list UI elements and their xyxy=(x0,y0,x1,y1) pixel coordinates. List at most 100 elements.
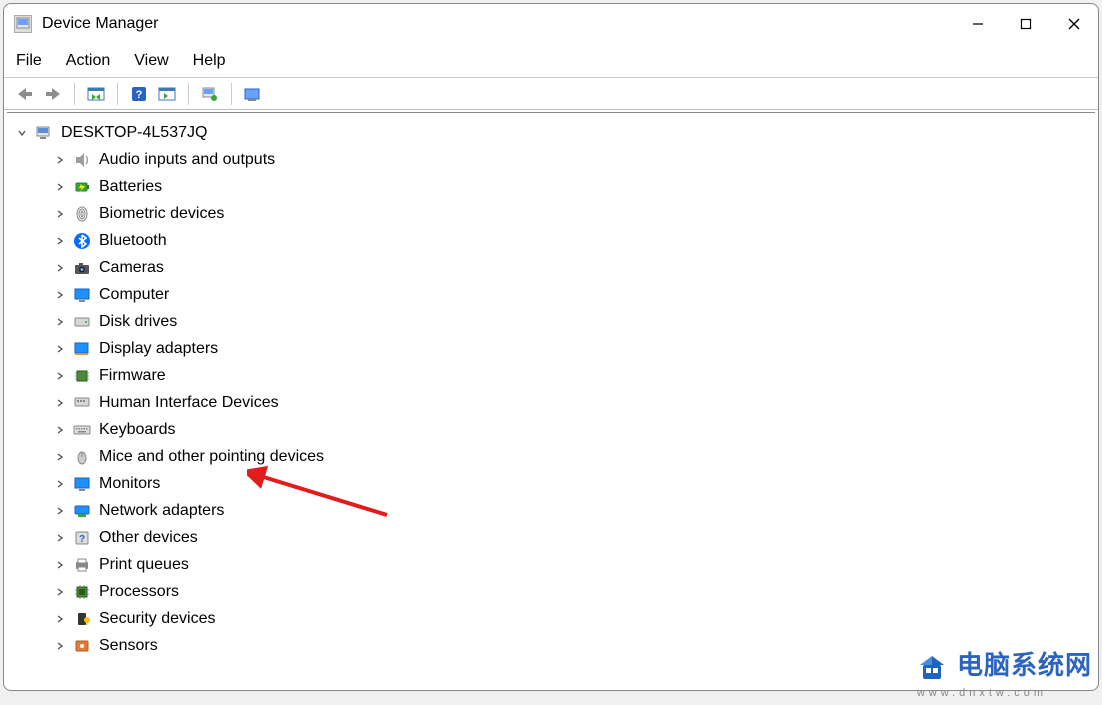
chevron-right-icon[interactable] xyxy=(53,369,67,383)
nav-back-button[interactable] xyxy=(12,83,38,105)
tree-item-keyboards[interactable]: Keyboards xyxy=(15,416,1095,443)
chevron-right-icon[interactable] xyxy=(53,261,67,275)
maximize-button[interactable] xyxy=(1002,4,1050,44)
tree-item-network[interactable]: Network adapters xyxy=(15,497,1095,524)
tree-item-mice[interactable]: Mice and other pointing devices xyxy=(15,443,1095,470)
bluetooth-icon xyxy=(73,232,91,250)
chevron-right-icon[interactable] xyxy=(53,342,67,356)
tree-item-other-devices[interactable]: ? Other devices xyxy=(15,524,1095,551)
tree-item-label: Disk drives xyxy=(99,313,177,331)
sensor-icon xyxy=(73,637,91,655)
speaker-icon xyxy=(73,151,91,169)
toolbar: ? xyxy=(4,78,1098,110)
unknown-device-icon: ? xyxy=(73,529,91,547)
network-icon xyxy=(73,502,91,520)
chevron-right-icon[interactable] xyxy=(53,504,67,518)
tree-item-processors[interactable]: Processors xyxy=(15,578,1095,605)
titlebar: Device Manager xyxy=(4,4,1098,44)
chevron-right-icon[interactable] xyxy=(53,639,67,653)
tree-item-label: Cameras xyxy=(99,259,164,277)
show-hide-console-tree-button[interactable] xyxy=(83,83,109,105)
tree-item-computer[interactable]: Computer xyxy=(15,281,1095,308)
battery-icon xyxy=(73,178,91,196)
chevron-right-icon[interactable] xyxy=(53,423,67,437)
tree-root-label: DESKTOP-4L537JQ xyxy=(61,124,207,142)
chevron-down-icon[interactable] xyxy=(15,126,29,140)
security-icon xyxy=(73,610,91,628)
chevron-right-icon[interactable] xyxy=(53,477,67,491)
mouse-icon xyxy=(73,448,91,466)
keyboard-icon xyxy=(73,421,91,439)
menu-file[interactable]: File xyxy=(16,52,42,70)
chevron-right-icon[interactable] xyxy=(53,180,67,194)
monitor-icon xyxy=(73,475,91,493)
tree-item-print-queues[interactable]: Print queues xyxy=(15,551,1095,578)
computer-icon xyxy=(35,124,53,142)
tree-item-label: Computer xyxy=(99,286,169,304)
tree-item-label: Display adapters xyxy=(99,340,218,358)
minimize-button[interactable] xyxy=(954,4,1002,44)
svg-text:?: ? xyxy=(79,534,85,545)
chevron-right-icon[interactable] xyxy=(53,315,67,329)
tree-item-audio[interactable]: Audio inputs and outputs xyxy=(15,146,1095,173)
tree-item-security-devices[interactable]: Security devices xyxy=(15,605,1095,632)
tree-item-cameras[interactable]: Cameras xyxy=(15,254,1095,281)
tree-item-label: Security devices xyxy=(99,610,216,628)
chevron-right-icon[interactable] xyxy=(53,585,67,599)
scan-hardware-button[interactable] xyxy=(197,83,223,105)
tree-item-label: Biometric devices xyxy=(99,205,224,223)
tree-item-hid[interactable]: Human Interface Devices xyxy=(15,389,1095,416)
tree-item-firmware[interactable]: Firmware xyxy=(15,362,1095,389)
nav-forward-button[interactable] xyxy=(40,83,66,105)
tree-root-row[interactable]: DESKTOP-4L537JQ xyxy=(15,119,1095,146)
tree-item-label: Processors xyxy=(99,583,179,601)
menubar: File Action View Help xyxy=(4,44,1098,78)
tree-item-monitors[interactable]: Monitors xyxy=(15,470,1095,497)
tree-item-label: Firmware xyxy=(99,367,166,385)
tree-item-label: Batteries xyxy=(99,178,162,196)
menu-action[interactable]: Action xyxy=(66,52,110,70)
disk-icon xyxy=(73,313,91,331)
chevron-right-icon[interactable] xyxy=(53,234,67,248)
help-button[interactable]: ? xyxy=(126,83,152,105)
chevron-right-icon[interactable] xyxy=(53,153,67,167)
tree-item-biometric[interactable]: Biometric devices xyxy=(15,200,1095,227)
device-tree[interactable]: DESKTOP-4L537JQ Audio inputs and outputs… xyxy=(7,113,1095,687)
tree-item-label: Human Interface Devices xyxy=(99,394,279,412)
tree-item-disk-drives[interactable]: Disk drives xyxy=(15,308,1095,335)
add-legacy-hardware-button[interactable] xyxy=(240,83,266,105)
tree-item-label: Audio inputs and outputs xyxy=(99,151,275,169)
action-button[interactable] xyxy=(154,83,180,105)
chevron-right-icon[interactable] xyxy=(53,612,67,626)
tree-item-display-adapters[interactable]: Display adapters xyxy=(15,335,1095,362)
close-button[interactable] xyxy=(1050,4,1098,44)
app-icon xyxy=(14,15,32,33)
chevron-right-icon[interactable] xyxy=(53,450,67,464)
tree-item-label: Network adapters xyxy=(99,502,224,520)
tree-item-batteries[interactable]: Batteries xyxy=(15,173,1095,200)
tree-item-bluetooth[interactable]: Bluetooth xyxy=(15,227,1095,254)
chevron-right-icon[interactable] xyxy=(53,396,67,410)
chevron-right-icon[interactable] xyxy=(53,558,67,572)
tree-item-label: Print queues xyxy=(99,556,189,574)
device-manager-window: Device Manager File Action View Help xyxy=(3,3,1099,691)
chevron-right-icon[interactable] xyxy=(53,288,67,302)
camera-icon xyxy=(73,259,91,277)
menu-help[interactable]: Help xyxy=(193,52,226,70)
tree-item-label: Keyboards xyxy=(99,421,176,439)
cpu-icon xyxy=(73,583,91,601)
tree-item-label: Other devices xyxy=(99,529,198,547)
chip-icon xyxy=(73,367,91,385)
monitor-icon xyxy=(73,286,91,304)
tree-item-sensors[interactable]: Sensors xyxy=(15,632,1095,659)
chevron-right-icon[interactable] xyxy=(53,207,67,221)
menu-view[interactable]: View xyxy=(134,52,168,70)
tree-item-label: Bluetooth xyxy=(99,232,167,250)
printer-icon xyxy=(73,556,91,574)
chevron-right-icon[interactable] xyxy=(53,531,67,545)
tree-item-label: Sensors xyxy=(99,637,158,655)
tree-item-label: Monitors xyxy=(99,475,160,493)
tree-item-label: Mice and other pointing devices xyxy=(99,448,324,466)
window-title: Device Manager xyxy=(42,15,159,33)
fingerprint-icon xyxy=(73,205,91,223)
